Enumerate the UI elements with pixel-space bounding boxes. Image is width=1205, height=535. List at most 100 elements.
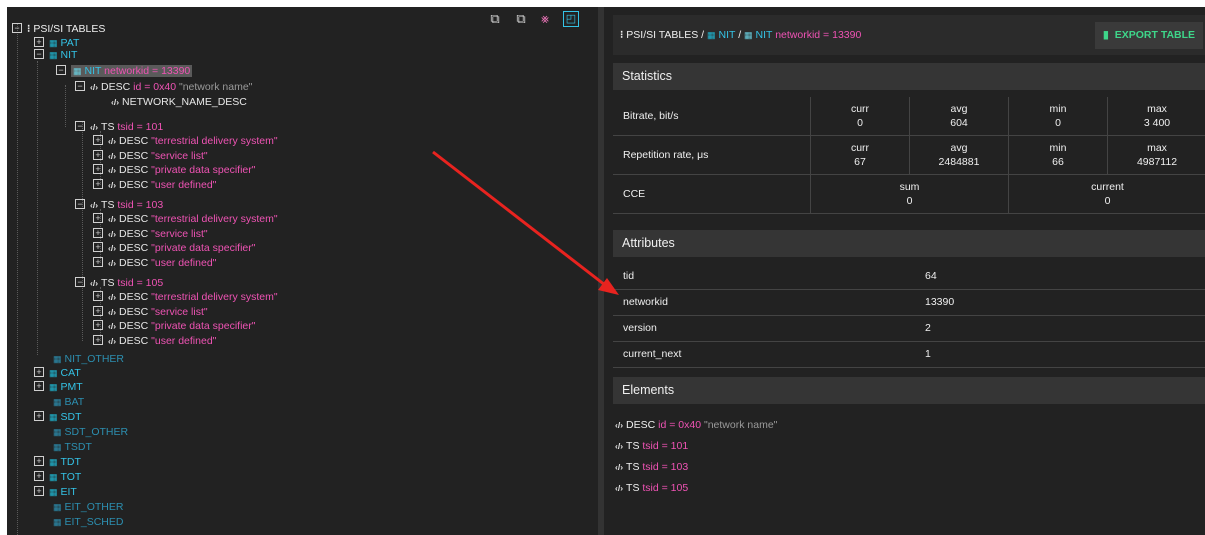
collapse-icon[interactable]: − xyxy=(75,121,85,132)
node-desc: "private data specifier" xyxy=(151,320,256,332)
tree-item-desc[interactable]: + ‹/› DESC "terrestrial delivery system" xyxy=(93,291,278,303)
stat-cell-max: max 4987112 xyxy=(1107,136,1205,174)
expand-icon[interactable]: + xyxy=(34,486,44,497)
tree-item-desc[interactable]: + ‹/› DESC "private data specifier" xyxy=(93,164,255,176)
expand-all-icon[interactable]: ⧉ xyxy=(487,11,503,27)
breadcrumb-table[interactable]: NIT xyxy=(719,29,736,41)
collapse-icon[interactable]: − xyxy=(34,49,44,60)
expand-icon[interactable]: + xyxy=(93,178,103,189)
tree-item-desc[interactable]: + ‹/› DESC "service list" xyxy=(93,228,208,240)
tree-item-label: PAT xyxy=(60,37,80,49)
tree-item-cat[interactable]: + ▦ CAT xyxy=(34,367,81,379)
code-tag-icon: ‹/› xyxy=(108,306,117,317)
export-table-button[interactable]: ▮ EXPORT TABLE xyxy=(1095,22,1203,49)
expand-icon[interactable]: + xyxy=(93,149,103,160)
elements-header: Elements xyxy=(613,377,1205,404)
panel-splitter[interactable] xyxy=(598,7,604,535)
expand-icon[interactable]: + xyxy=(93,135,103,146)
collapse-icon[interactable]: − xyxy=(75,277,85,288)
collapse-icon[interactable]: − xyxy=(56,65,66,76)
tree-item-tot[interactable]: + ▦ TOT xyxy=(34,471,81,483)
tree-item-bat[interactable]: ▦ BAT xyxy=(53,396,84,408)
tree-item-tdt[interactable]: + ▦ TDT xyxy=(34,456,81,468)
element-row[interactable]: ‹/› DESC id = 0x40 "network name" xyxy=(615,419,777,431)
expand-icon[interactable]: + xyxy=(34,411,44,422)
tree-item-tsdt[interactable]: ▦ TSDT xyxy=(53,441,92,453)
collapse-all-icon[interactable]: ⧉ xyxy=(513,11,529,27)
stat-row-bitrate: Bitrate, bit/s curr 0 avg 604 min 0 max 3 40… xyxy=(613,97,1205,136)
tree-item-ts[interactable]: − ‹/› TS tsid = 105 xyxy=(75,277,163,289)
element-name: TS xyxy=(626,482,640,494)
tree-item-eit[interactable]: + ▦ EIT xyxy=(34,486,77,498)
select-mode-icon[interactable]: ◰ xyxy=(563,11,579,27)
expand-icon[interactable]: + xyxy=(34,381,44,392)
collapse-icon[interactable]: − xyxy=(75,81,85,92)
tree-item-ts[interactable]: − ‹/› TS tsid = 101 xyxy=(75,121,163,133)
expand-icon[interactable]: + xyxy=(93,242,103,253)
stat-cell-title: curr xyxy=(850,142,870,154)
node-desc: "user defined" xyxy=(151,256,217,269)
tree-item-desc[interactable]: + ‹/› DESC "private data specifier" xyxy=(93,320,255,332)
code-tag-icon: ‹/› xyxy=(615,483,624,493)
node-name: DESC xyxy=(119,291,149,303)
tree-item-desc[interactable]: + ‹/› DESC "service list" xyxy=(93,150,208,162)
stat-cell-title: current xyxy=(1091,181,1124,193)
hide-empty-icon[interactable]: ⨳ xyxy=(537,11,553,27)
tree-item-sdt[interactable]: + ▦ SDT xyxy=(34,411,82,423)
tree-item-desc[interactable]: + ‹/› DESC "terrestrial delivery system" xyxy=(93,213,278,225)
table-icon: ▦ xyxy=(53,502,62,512)
tree-item-desc[interactable]: + ‹/› DESC "service list" xyxy=(93,306,208,318)
tree-item-sdt-other[interactable]: ▦ SDT_OTHER xyxy=(53,426,128,438)
stat-cell-title: max xyxy=(1147,103,1167,115)
detail-panel: ⁝ PSI/SI TABLES / ▦ NIT / ▦ NIT networkid … xyxy=(607,7,1205,535)
code-tag-icon: ‹/› xyxy=(90,278,99,288)
tree-item-pat[interactable]: + ▦ PAT xyxy=(34,37,79,49)
tree-item-ts[interactable]: − ‹/› TS tsid = 103 xyxy=(75,199,163,211)
tree-item-label: TOT xyxy=(60,471,82,483)
expand-icon[interactable]: + xyxy=(93,334,103,345)
tree-item-nit[interactable]: − ▦ NIT xyxy=(34,49,77,61)
tree-item-desc[interactable]: − ‹/› DESC id = 0x40 "network name" xyxy=(75,81,252,93)
tree-item-desc[interactable]: + ‹/› DESC "user defined" xyxy=(93,179,216,191)
expand-icon[interactable]: + xyxy=(93,256,103,267)
attribute-key: networkid xyxy=(623,296,668,308)
tree-item-desc[interactable]: + ‹/› DESC "private data specifier" xyxy=(93,242,255,254)
stat-cell-avg: avg 604 xyxy=(909,97,1008,135)
expand-icon[interactable]: + xyxy=(34,456,44,467)
tree-item-nit-other[interactable]: ▦ NIT_OTHER xyxy=(53,353,124,365)
table-icon: ▦ xyxy=(49,412,58,422)
tree-item-network-name-desc[interactable]: ‹/› NETWORK_NAME_DESC xyxy=(111,96,247,108)
node-attr: id = 0x40 xyxy=(133,81,177,93)
stat-label: Bitrate, bit/s xyxy=(623,110,679,122)
app-window: ⧉ ⧉ ⨳ ◰ − ⁝ PSI/SI TABLES + ▦ PAT − ▦ NIT − ▦ NI… xyxy=(7,7,1205,535)
node-desc: "terrestrial delivery system" xyxy=(151,213,278,225)
tree-item-desc[interactable]: + ‹/› DESC "terrestrial delivery system" xyxy=(93,135,278,147)
tree-item-desc[interactable]: + ‹/› DESC "user defined" xyxy=(93,335,216,347)
tree-root[interactable]: − ⁝ PSI/SI TABLES xyxy=(12,23,105,35)
expand-icon[interactable]: + xyxy=(34,367,44,378)
export-label: EXPORT TABLE xyxy=(1114,29,1196,41)
table-icon: ▦ xyxy=(707,30,716,40)
element-row[interactable]: ‹/› TS tsid = 101 xyxy=(615,440,688,452)
tree-item-pmt[interactable]: + ▦ PMT xyxy=(34,381,83,393)
tree-item-eit-other[interactable]: ▦ EIT_OTHER xyxy=(53,501,123,513)
expand-icon[interactable]: + xyxy=(93,305,103,316)
tree-item-nit-selected[interactable]: − ▦ NIT networkid = 13390 xyxy=(56,65,193,77)
breadcrumb-separator: / xyxy=(701,29,705,41)
expand-icon[interactable]: + xyxy=(34,471,44,482)
breadcrumb-root[interactable]: PSI/SI TABLES xyxy=(626,29,698,41)
element-row[interactable]: ‹/› TS tsid = 105 xyxy=(615,482,688,494)
tree-item-eit-sched[interactable]: ▦ EIT_SCHED xyxy=(53,516,123,528)
stat-label: CCE xyxy=(623,188,646,200)
expand-icon[interactable]: + xyxy=(93,213,103,224)
expand-icon[interactable]: + xyxy=(34,37,44,48)
element-row[interactable]: ‹/› TS tsid = 103 xyxy=(615,461,688,473)
expand-icon[interactable]: + xyxy=(93,227,103,238)
collapse-icon[interactable]: − xyxy=(75,199,85,210)
expand-icon[interactable]: + xyxy=(93,164,103,175)
expand-icon[interactable]: + xyxy=(93,291,103,302)
stat-cell-title: max xyxy=(1147,142,1167,154)
expand-icon[interactable]: + xyxy=(93,320,103,331)
collapse-icon[interactable]: − xyxy=(12,23,22,34)
tree-item-desc[interactable]: + ‹/› DESC "user defined" xyxy=(93,257,216,269)
